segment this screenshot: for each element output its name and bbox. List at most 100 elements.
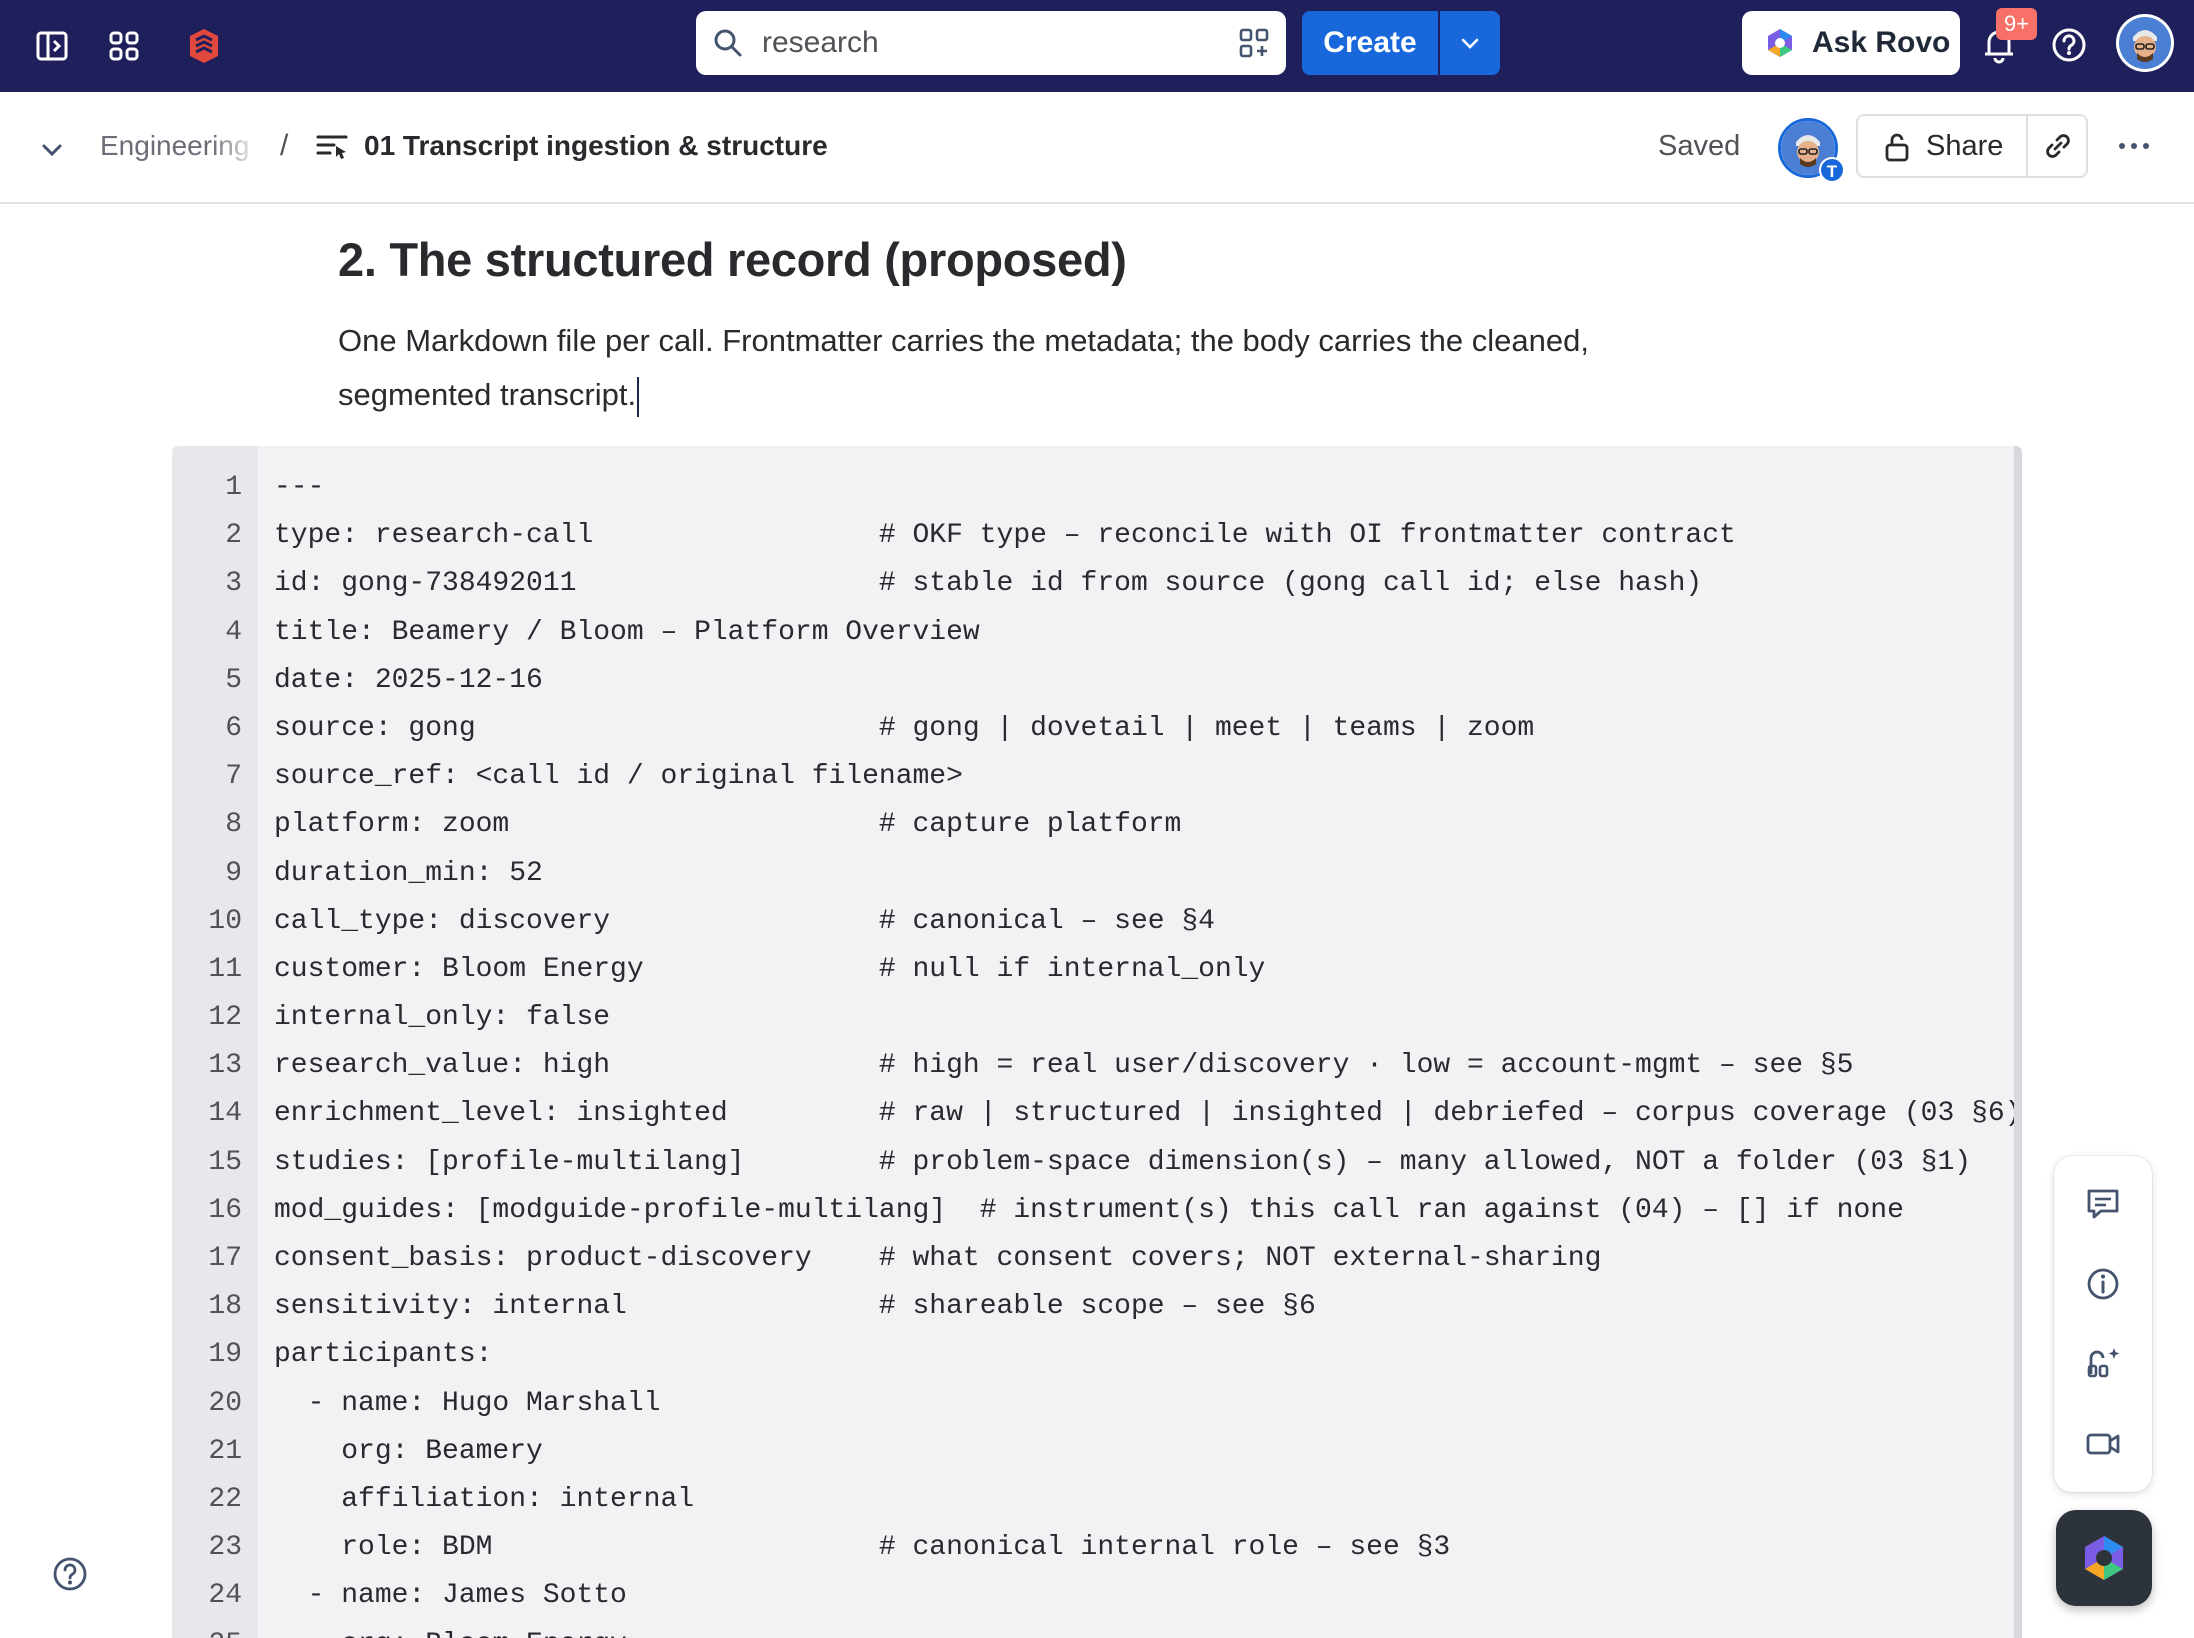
- code-lines: 1 --- 2 type: research-call # OKF type – re…: [172, 464, 2022, 1638]
- code-text: org: Bloom Energy: [274, 1621, 627, 1638]
- ai-assist-icon[interactable]: [2079, 1340, 2127, 1388]
- code-text: research_value: high # high = real user/…: [274, 1050, 1854, 1082]
- code-line: 24 - name: James Sotto: [172, 1572, 2014, 1620]
- product-logo-icon[interactable]: [176, 18, 232, 74]
- code-text: title: Beamery / Bloom – Platform Overvi…: [274, 616, 980, 648]
- code-line: 8 platform: zoom # capture platform: [172, 801, 2014, 849]
- code-text: id: gong-738492011 # stable id from sour…: [274, 568, 1703, 600]
- code-text: studies: [profile-multilang] # problem-s…: [274, 1146, 1972, 1178]
- context-toolbar: [2054, 1156, 2152, 1492]
- line-number: 16: [208, 1194, 242, 1226]
- line-number: 3: [225, 568, 242, 600]
- code-line: 11 customer: Bloom Energy # null if inter…: [172, 946, 2014, 994]
- save-status: Saved: [1658, 130, 1741, 162]
- create-button[interactable]: Create: [1302, 11, 1438, 75]
- line-number: 14: [208, 1098, 242, 1130]
- code-line: 21 org: Beamery: [172, 1428, 2014, 1476]
- help-icon[interactable]: [2046, 22, 2092, 73]
- code-line: 12 internal_only: false: [172, 994, 2014, 1042]
- comment-icon[interactable]: [2079, 1180, 2127, 1228]
- sidebar-toggle-icon[interactable]: [24, 18, 80, 74]
- page-type-icon: [316, 132, 350, 167]
- code-text: platform: zoom # capture platform: [274, 809, 1182, 841]
- code-line: 25 org: Bloom Energy: [172, 1621, 2014, 1638]
- line-number: 23: [208, 1532, 242, 1564]
- video-icon[interactable]: [2079, 1420, 2127, 1468]
- code-text: customer: Bloom Energy # null if interna…: [274, 953, 1266, 985]
- code-text: sensitivity: internal # shareable scope …: [274, 1291, 1316, 1323]
- breadcrumb-separator: /: [280, 129, 289, 162]
- text-cursor: [637, 376, 640, 417]
- breadcrumb-space[interactable]: Engineering: [100, 128, 260, 164]
- search-filter-icon[interactable]: [1238, 27, 1270, 64]
- code-block[interactable]: 1 --- 2 type: research-call # OKF type – re…: [172, 446, 2022, 1638]
- share-group: Share: [1856, 114, 2088, 178]
- code-text: call_type: discovery # canonical – see §…: [274, 905, 1215, 937]
- code-text: duration_min: 52: [274, 857, 543, 889]
- code-text: participants:: [274, 1339, 493, 1371]
- help-circle-icon[interactable]: [50, 1554, 90, 1594]
- code-text: type: research-call # OKF type – reconci…: [274, 520, 1736, 552]
- code-text: source_ref: <call id / original filename…: [274, 761, 963, 793]
- code-text: ---: [274, 472, 325, 503]
- code-text: - name: Hugo Marshall: [274, 1387, 661, 1419]
- rovo-chat-button[interactable]: [2056, 1510, 2152, 1606]
- code-line: 14 enrichment_level: insighted # raw | st…: [172, 1090, 2022, 1138]
- line-number: 22: [208, 1483, 242, 1515]
- code-line: 7 source_ref: <call id / original filenam…: [172, 753, 2014, 801]
- collapse-chevron-icon[interactable]: [32, 130, 72, 175]
- code-text: - name: James Sotto: [274, 1580, 627, 1612]
- lock-icon: [1882, 131, 1912, 168]
- code-line: 2 type: research-call # OKF type – reconc…: [172, 512, 2014, 560]
- line-number: 15: [208, 1146, 242, 1178]
- line-number: 9: [225, 857, 242, 889]
- share-button[interactable]: Share: [1858, 116, 2026, 176]
- code-line: 16 mod_guides: [modguide-profile-multilan…: [172, 1187, 2014, 1235]
- line-number: 11: [208, 953, 242, 985]
- app-switcher-icon[interactable]: [96, 18, 152, 74]
- code-line: 20 - name: Hugo Marshall: [172, 1380, 2014, 1428]
- line-number: 8: [225, 809, 242, 841]
- copy-link-button[interactable]: [2026, 116, 2088, 176]
- line-number: 17: [208, 1243, 242, 1274]
- more-actions-icon[interactable]: [2110, 122, 2158, 175]
- line-number: 20: [208, 1387, 242, 1419]
- code-text: org: Beamery: [274, 1435, 543, 1467]
- code-line: 9 duration_min: 52: [172, 850, 2014, 898]
- rovo-icon: [1764, 27, 1796, 64]
- breadcrumb-page-title[interactable]: 01 Transcript ingestion & structure: [364, 128, 828, 164]
- code-text: source: gong # gong | dovetail | meet | …: [274, 712, 1535, 744]
- code-line: 19 participants:: [172, 1331, 2014, 1379]
- code-line: 10 call_type: discovery # canonical – see…: [172, 898, 2014, 946]
- code-line: 3 id: gong-738492011 # stable id from sou…: [172, 560, 2014, 608]
- line-number: 5: [225, 664, 242, 696]
- search-icon: [712, 27, 744, 64]
- paragraph-text: One Markdown file per call. Frontmatter …: [338, 323, 1589, 412]
- section-paragraph[interactable]: One Markdown file per call. Frontmatter …: [338, 314, 1738, 422]
- line-number: 10: [208, 905, 242, 937]
- search-input[interactable]: research: [696, 11, 1286, 75]
- line-number: 13: [208, 1050, 242, 1082]
- ask-rovo-button[interactable]: Ask Rovo: [1742, 11, 1960, 75]
- line-number: 19: [208, 1339, 242, 1371]
- ask-rovo-label: Ask Rovo: [1812, 26, 1951, 59]
- link-icon: [2046, 134, 2070, 158]
- chevron-down-icon: [1461, 38, 1479, 49]
- code-line: 18 sensitivity: internal # shareable scop…: [172, 1283, 2014, 1331]
- line-number: 4: [225, 616, 242, 648]
- line-number: 1: [225, 472, 242, 503]
- top-navigation: research Create Ask Rovo 9+: [0, 0, 2194, 92]
- code-line: 17 consent_basis: product-discovery # wha…: [172, 1235, 2014, 1283]
- notification-badge: 9+: [1996, 8, 2038, 40]
- code-text: role: BDM # canonical internal role – se…: [274, 1532, 1451, 1564]
- line-number: 21: [208, 1435, 242, 1467]
- create-dropdown-button[interactable]: [1440, 11, 1500, 75]
- info-icon[interactable]: [2079, 1260, 2127, 1308]
- line-number: 2: [225, 520, 242, 552]
- code-line: 23 role: BDM # canonical internal role –…: [172, 1524, 2014, 1572]
- user-avatar[interactable]: [2116, 14, 2174, 72]
- code-line: 15 studies: [profile-multilang] # problem…: [172, 1139, 2014, 1187]
- collaborator-avatar[interactable]: T: [1778, 118, 1845, 183]
- section-heading: 2. The structured record (proposed): [338, 233, 1127, 286]
- code-text: enrichment_level: insighted # raw | stru…: [274, 1098, 2022, 1130]
